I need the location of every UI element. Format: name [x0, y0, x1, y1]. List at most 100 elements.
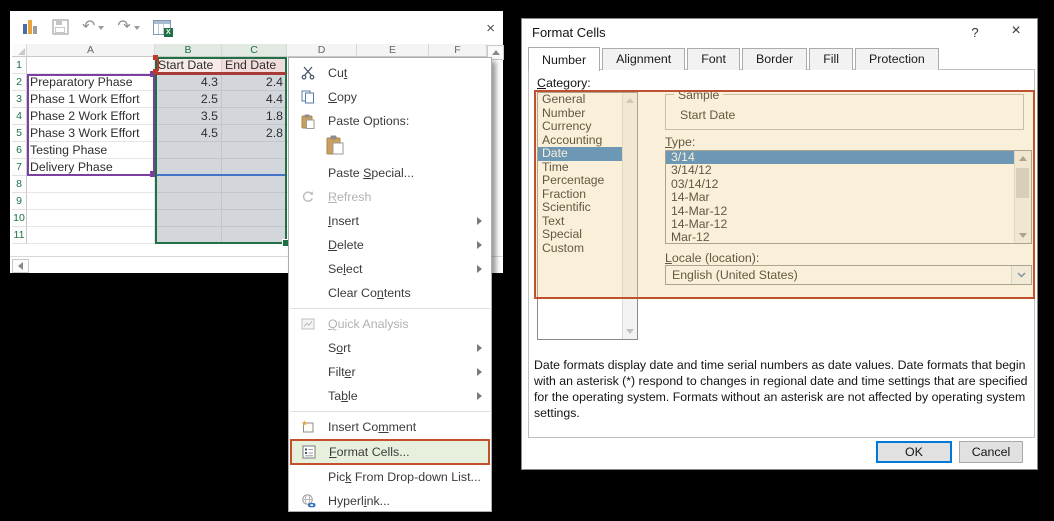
undo-icon[interactable]: ↶	[82, 19, 105, 35]
column-header-D[interactable]: D	[287, 44, 357, 57]
save-icon[interactable]	[52, 19, 69, 35]
locale-dropdown[interactable]: English (United States)	[665, 265, 1032, 285]
type-scrollbar[interactable]	[1014, 151, 1031, 243]
type-item-1[interactable]: 3/14/12	[666, 163, 1031, 177]
select-all-corner[interactable]	[12, 44, 27, 57]
excel-table-icon[interactable]: X	[152, 19, 173, 37]
menu-item-format-cells[interactable]: Format Cells...	[290, 439, 490, 465]
cell-A6[interactable]: Testing Phase	[27, 142, 155, 159]
type-listbox[interactable]: 3/14 3/14/12 03/14/12 14-Mar 14-Mar-12 14-Mar…	[665, 150, 1032, 244]
row-header-9[interactable]: 9	[12, 193, 27, 210]
cell-B5[interactable]: 4.5	[155, 125, 222, 142]
cell-C6[interactable]	[222, 142, 287, 159]
menu-item-filter[interactable]: Filter	[289, 360, 491, 384]
menu-item-table[interactable]: Table	[289, 384, 491, 408]
type-item-3[interactable]: 14-Mar	[666, 190, 1031, 204]
menu-item-paste-special[interactable]: Paste Special...	[289, 161, 491, 185]
help-icon[interactable]: ?	[958, 25, 992, 40]
menu-item-cut[interactable]: Cut	[289, 61, 491, 85]
row-header-10[interactable]: 10	[12, 210, 27, 227]
cell-A1[interactable]	[27, 57, 155, 74]
cell-C5[interactable]: 2.8	[222, 125, 287, 142]
cell-A7[interactable]: Delivery Phase	[27, 159, 155, 176]
cell-C8[interactable]	[222, 176, 287, 193]
cell-C4[interactable]: 1.8	[222, 108, 287, 125]
ok-button[interactable]: OK	[876, 441, 952, 463]
close-icon[interactable]: ×	[486, 21, 495, 36]
cell-A10[interactable]	[27, 210, 155, 227]
undo-dropdown-caret[interactable]	[98, 26, 105, 30]
type-item-4[interactable]: 14-Mar-12	[666, 204, 1031, 218]
scrollbar-thumb[interactable]	[1016, 168, 1029, 198]
type-item-5[interactable]: 14-Mar-12	[666, 217, 1031, 231]
chevron-down-icon[interactable]	[1011, 266, 1031, 284]
cell-B2[interactable]: 4.3	[155, 74, 222, 91]
menu-item-paste-options[interactable]: Paste Options:	[289, 109, 491, 133]
menu-item-clear-contents[interactable]: Clear Contents	[289, 281, 491, 305]
cell-C11[interactable]	[222, 227, 287, 244]
menu-item-delete[interactable]: Delete	[289, 233, 491, 257]
column-header-F[interactable]: F	[429, 44, 487, 57]
cell-C3[interactable]: 4.4	[222, 91, 287, 108]
cell-B3[interactable]: 2.5	[155, 91, 222, 108]
column-header-C[interactable]: C	[222, 44, 287, 57]
category-listbox[interactable]: General Number Currency Accounting Date Time P…	[537, 92, 638, 340]
column-chart-icon[interactable]	[22, 19, 39, 35]
type-item-6[interactable]: Mar-12	[666, 230, 1031, 243]
menu-item-copy[interactable]: Copy	[289, 85, 491, 109]
cell-C9[interactable]	[222, 193, 287, 210]
row-header-3[interactable]: 3	[12, 91, 27, 108]
menu-item-hyperlink[interactable]: Hyperlink...	[289, 489, 491, 513]
row-header-8[interactable]: 8	[12, 176, 27, 193]
cell-C1[interactable]: End Date	[222, 57, 287, 74]
cell-B1[interactable]: Start Date	[155, 57, 222, 74]
menu-item-sort[interactable]: Sort	[289, 336, 491, 360]
row-header-1[interactable]: 1	[12, 57, 27, 74]
scroll-down-button[interactable]	[1015, 228, 1030, 243]
cell-B10[interactable]	[155, 210, 222, 227]
cell-C2[interactable]: 2.4	[222, 74, 287, 91]
row-header-4[interactable]: 4	[12, 108, 27, 125]
cell-B11[interactable]	[155, 227, 222, 244]
close-icon[interactable]: ×	[1000, 23, 1032, 39]
row-header-11[interactable]: 11	[12, 227, 27, 244]
cell-B6[interactable]	[155, 142, 222, 159]
tab-border[interactable]: Border	[741, 48, 808, 70]
paste-option-keep-source-formatting[interactable]	[289, 133, 491, 161]
menu-item-pick-from-drop-down-list[interactable]: Pick From Drop-down List...	[289, 465, 491, 489]
tab-font[interactable]: Font	[687, 48, 740, 70]
column-header-A[interactable]: A	[27, 44, 155, 57]
row-header-6[interactable]: 6	[12, 142, 27, 159]
cell-B7[interactable]	[155, 159, 222, 176]
scroll-left-button[interactable]	[12, 259, 29, 273]
cell-C7[interactable]	[222, 159, 287, 176]
cell-A5[interactable]: Phase 3 Work Effort	[27, 125, 155, 142]
cell-A3[interactable]: Phase 1 Work Effort	[27, 91, 155, 108]
menu-item-insert[interactable]: Insert	[289, 209, 491, 233]
tab-alignment[interactable]: Alignment	[602, 48, 686, 70]
row-header-7[interactable]: 7	[12, 159, 27, 176]
tab-protection[interactable]: Protection	[855, 48, 939, 70]
scroll-up-button[interactable]	[1015, 151, 1030, 166]
cell-B4[interactable]: 3.5	[155, 108, 222, 125]
cell-A11[interactable]	[27, 227, 155, 244]
cell-B9[interactable]	[155, 193, 222, 210]
type-item-2[interactable]: 03/14/12	[666, 177, 1031, 191]
row-header-2[interactable]: 2	[12, 74, 27, 91]
cell-C10[interactable]	[222, 210, 287, 227]
category-scrollbar[interactable]	[622, 93, 637, 339]
cell-A4[interactable]: Phase 2 Work Effort	[27, 108, 155, 125]
column-header-B[interactable]: B	[155, 44, 222, 57]
cancel-button[interactable]: Cancel	[959, 441, 1023, 463]
redo-dropdown-caret[interactable]	[133, 26, 140, 30]
row-header-5[interactable]: 5	[12, 125, 27, 142]
cell-B8[interactable]	[155, 176, 222, 193]
cell-A9[interactable]	[27, 193, 155, 210]
column-header-E[interactable]: E	[357, 44, 429, 57]
tab-fill[interactable]: Fill	[809, 48, 854, 70]
cell-A8[interactable]	[27, 176, 155, 193]
menu-item-insert-comment[interactable]: Insert Comment	[289, 415, 491, 439]
cell-A2[interactable]: Preparatory Phase	[27, 74, 155, 91]
type-item-0[interactable]: 3/14	[666, 151, 1031, 165]
redo-icon[interactable]: ↷	[117, 19, 140, 35]
